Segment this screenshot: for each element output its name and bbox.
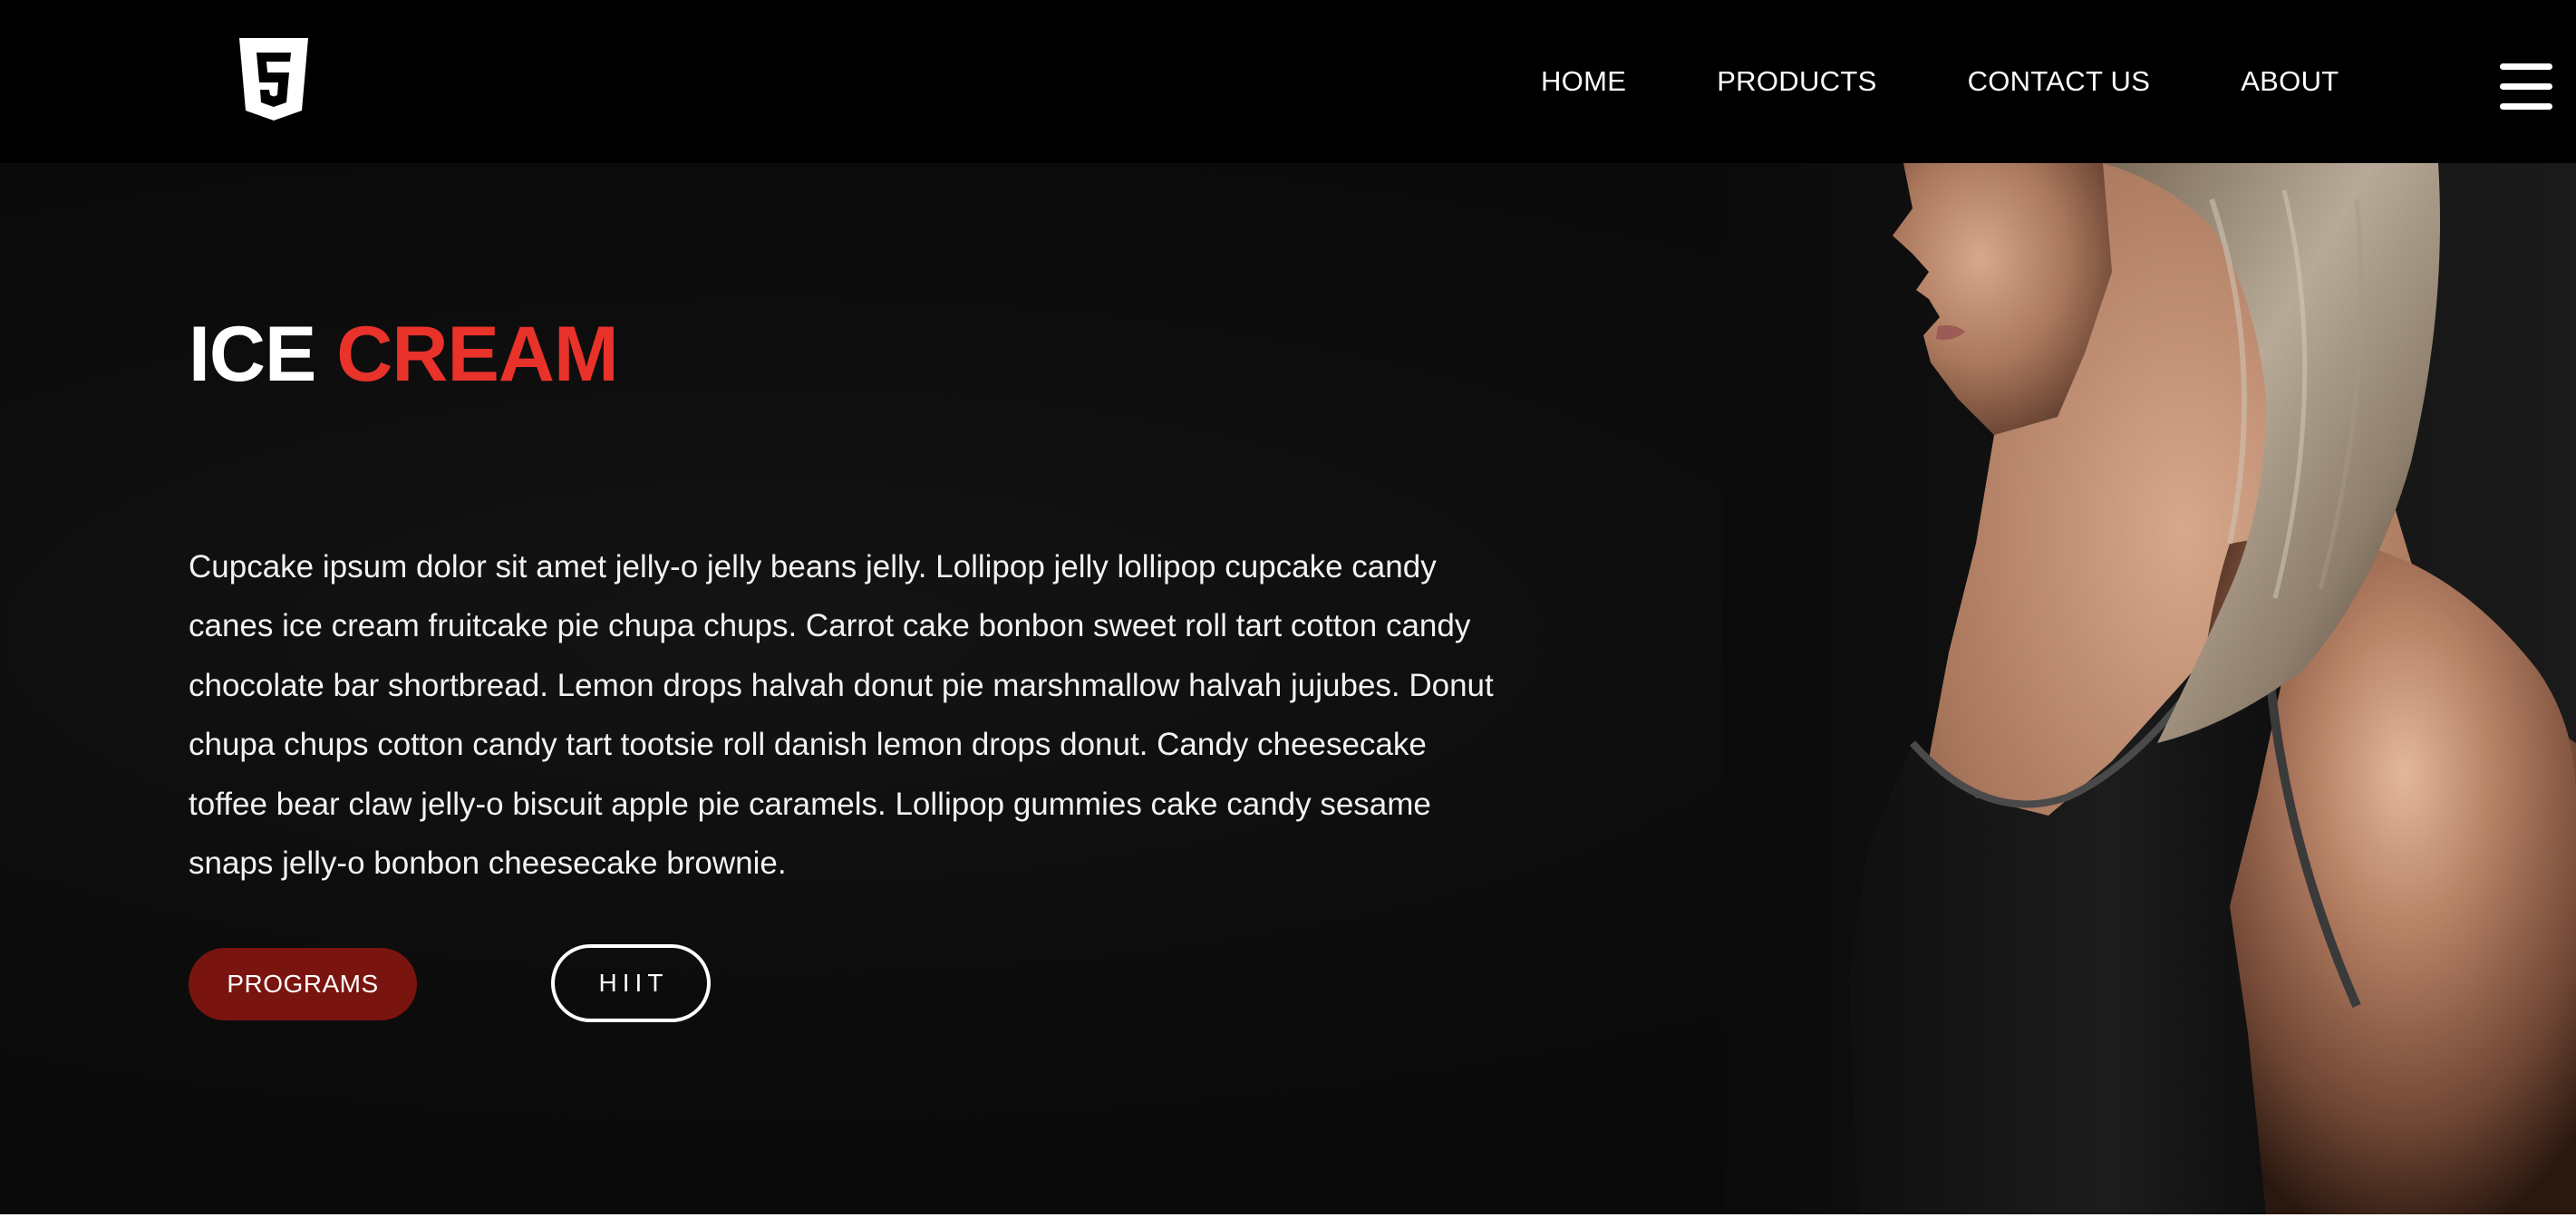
nav-link-products[interactable]: PRODUCTS	[1717, 65, 1876, 98]
programs-button[interactable]: PROGRAMS	[189, 948, 417, 1020]
hero-title-word-1: ICE	[189, 311, 316, 398]
top-navbar: HOME PRODUCTS CONTACT US ABOUT	[0, 0, 2576, 163]
hamburger-bar	[2500, 103, 2552, 110]
athlete-profile-photo	[1722, 163, 2576, 1214]
nav-link-home[interactable]: HOME	[1541, 65, 1626, 98]
hero-title-word-2: CREAM	[336, 311, 618, 398]
hero-description: Cupcake ipsum dolor sit amet jelly-o jel…	[189, 549, 1494, 882]
hiit-button[interactable]: HIIT	[551, 944, 711, 1022]
html5-logo-icon[interactable]	[237, 38, 310, 121]
hamburger-bar	[2500, 63, 2552, 70]
hero-title: ICE CREAM	[189, 315, 619, 393]
nav-link-about[interactable]: ABOUT	[2241, 65, 2339, 98]
hero-section: ICE CREAM Cupcake ipsum dolor sit amet j…	[0, 163, 2576, 1214]
hamburger-menu-icon[interactable]	[2500, 63, 2552, 111]
landing-page: HOME PRODUCTS CONTACT US ABOUT ICE CREAM…	[0, 0, 2576, 1227]
primary-nav: HOME PRODUCTS CONTACT US ABOUT	[1541, 0, 2339, 163]
hamburger-bar	[2500, 83, 2552, 90]
nav-link-contact-us[interactable]: CONTACT US	[1968, 65, 2151, 98]
